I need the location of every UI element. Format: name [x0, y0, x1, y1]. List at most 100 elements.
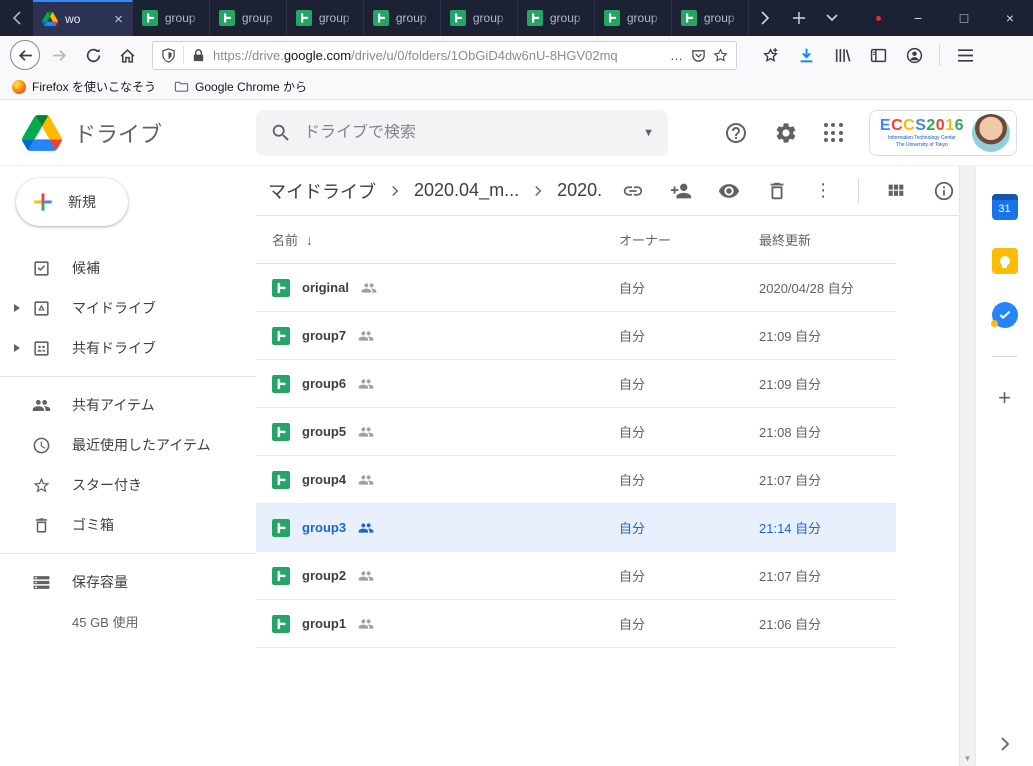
scroll-down-arrow-icon[interactable]: ▼: [960, 750, 975, 766]
home-button[interactable]: [112, 40, 142, 70]
sheet-tab[interactable]: group: [287, 0, 364, 36]
file-row[interactable]: group7自分21:09 自分: [256, 312, 896, 360]
file-row[interactable]: group3自分21:14 自分: [256, 504, 896, 552]
preview-button[interactable]: [718, 180, 740, 202]
column-header-name[interactable]: 名前: [272, 230, 298, 249]
file-owner: 自分: [619, 326, 759, 345]
settings-button[interactable]: [774, 121, 798, 145]
active-tab-drive[interactable]: wo ×: [33, 0, 133, 36]
close-window-button[interactable]: ×: [987, 0, 1033, 36]
account-badge[interactable]: ECCS2016 Information Technology Center T…: [869, 110, 1017, 156]
google-apps-button[interactable]: [824, 123, 843, 142]
expand-caret-icon[interactable]: [10, 304, 24, 312]
help-button[interactable]: [724, 121, 748, 145]
breadcrumb-item[interactable]: 2020.: [551, 180, 608, 201]
sheets-file-icon: [272, 519, 290, 537]
back-button[interactable]: [10, 40, 40, 70]
menu-button[interactable]: [950, 40, 980, 70]
column-header-modified[interactable]: 最終更新: [759, 230, 896, 249]
grid-view-button[interactable]: [885, 180, 907, 202]
sidebar-item-shared-drives[interactable]: 共有ドライブ: [0, 328, 256, 368]
sidebar-item-storage[interactable]: 保存容量: [0, 562, 256, 602]
divider: [992, 356, 1018, 357]
sort-descending-icon[interactable]: ↓: [306, 232, 313, 248]
hide-side-panel-button[interactable]: [997, 736, 1013, 752]
new-tab-button[interactable]: [782, 0, 815, 36]
expand-caret-icon[interactable]: [10, 344, 24, 352]
info-icon: [933, 180, 955, 202]
shared-people-icon: [358, 376, 374, 392]
tab-overflow-button[interactable]: [749, 0, 782, 36]
tab-title: group: [319, 11, 354, 25]
people-icon: [32, 396, 54, 415]
sidebar-item-my-drive[interactable]: マイドライブ: [0, 288, 256, 328]
one-click-bookmark-button[interactable]: [755, 40, 785, 70]
sheet-tab[interactable]: group: [364, 0, 441, 36]
sheet-tab[interactable]: group: [672, 0, 749, 36]
url-bar[interactable]: https://drive.google.com/drive/u/0/folde…: [152, 41, 737, 70]
file-row[interactable]: group5自分21:08 自分: [256, 408, 896, 456]
library-button[interactable]: [827, 40, 857, 70]
sidebar-toggle-button[interactable]: [863, 40, 893, 70]
drive-search-box[interactable]: ▼: [256, 110, 668, 156]
get-link-button[interactable]: [622, 180, 644, 202]
drive-sidebar: 新規 候補マイドライブ共有ドライブ共有アイテム最近使用したアイテムスター付きゴミ…: [0, 166, 256, 766]
sidebar-item-starred[interactable]: スター付き: [0, 465, 256, 505]
drive-main: マイドライブ 2020.04_m... 2020. ⋮: [256, 166, 959, 766]
firefox-icon: [12, 80, 26, 94]
delete-button[interactable]: [766, 180, 788, 202]
info-button[interactable]: [933, 180, 955, 202]
breadcrumb-separator-icon: [529, 182, 547, 200]
get-addons-button[interactable]: +: [998, 385, 1011, 411]
more-actions-button[interactable]: ⋮: [814, 180, 832, 201]
search-input[interactable]: [304, 124, 631, 142]
file-row[interactable]: group2自分21:07 自分: [256, 552, 896, 600]
sidebar-item-shared-with-me[interactable]: 共有アイテム: [0, 385, 256, 425]
sheet-tab[interactable]: group: [518, 0, 595, 36]
pocket-icon[interactable]: [691, 48, 706, 63]
tasks-icon[interactable]: [992, 302, 1018, 328]
bookmark-firefox[interactable]: Firefox を使いこなそう: [12, 78, 156, 95]
share-button[interactable]: [670, 180, 692, 202]
sheet-tab[interactable]: group: [595, 0, 672, 36]
file-row[interactable]: group1自分21:06 自分: [256, 600, 896, 648]
storage-icon: [32, 573, 54, 592]
sidebar-item-recent[interactable]: 最近使用したアイテム: [0, 425, 256, 465]
bookmark-star-icon[interactable]: [713, 48, 728, 63]
file-row[interactable]: group6自分21:09 自分: [256, 360, 896, 408]
bookmark-folder-chrome[interactable]: Google Chrome から: [174, 78, 307, 95]
sheet-tab[interactable]: group: [441, 0, 518, 36]
sheet-tab[interactable]: group: [210, 0, 287, 36]
forward-button[interactable]: [44, 40, 74, 70]
sidebar-item-priority[interactable]: 候補: [0, 248, 256, 288]
tab-close-icon[interactable]: ×: [114, 11, 123, 28]
avatar[interactable]: [972, 114, 1010, 152]
drive-logo[interactable]: ドライブ: [22, 115, 256, 151]
sidebar-item-trash[interactable]: ゴミ箱: [0, 505, 256, 545]
file-modified: 21:06 自分: [759, 614, 896, 633]
calendar-icon[interactable]: 31: [992, 194, 1018, 220]
new-button[interactable]: 新規: [16, 178, 128, 226]
shared-people-icon: [358, 424, 374, 440]
minimize-button[interactable]: −: [895, 0, 941, 36]
account-button[interactable]: [899, 40, 929, 70]
maximize-button[interactable]: □: [941, 0, 987, 36]
search-options-dropdown-icon[interactable]: ▼: [643, 127, 654, 139]
page-actions-button[interactable]: …: [670, 48, 684, 63]
reload-button[interactable]: [78, 40, 108, 70]
downloads-button[interactable]: [791, 40, 821, 70]
keep-icon[interactable]: [992, 248, 1018, 274]
file-row[interactable]: original自分2020/04/28 自分: [256, 264, 896, 312]
file-row[interactable]: group4自分21:07 自分: [256, 456, 896, 504]
drive-header: ドライブ ▼ ECCS2016 Information Technology C…: [0, 100, 1033, 166]
vertical-scrollbar[interactable]: ▼: [959, 166, 975, 766]
tab-title: group: [550, 11, 585, 25]
column-header-owner[interactable]: オーナー: [619, 230, 759, 249]
scroll-tabs-left-button[interactable]: [0, 0, 33, 36]
notification-dot-icon: [876, 16, 881, 21]
breadcrumb-item[interactable]: 2020.04_m...: [408, 180, 525, 201]
breadcrumb-item[interactable]: マイドライブ: [262, 178, 382, 204]
list-all-tabs-button[interactable]: [815, 0, 848, 36]
file-owner: 自分: [619, 374, 759, 393]
sheet-tab[interactable]: group: [133, 0, 210, 36]
